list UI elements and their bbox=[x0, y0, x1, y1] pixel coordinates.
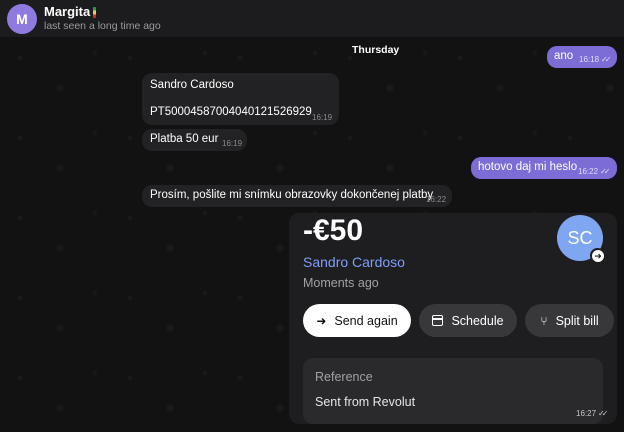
message-text: Platba 50 eur bbox=[150, 133, 219, 145]
message-time: 16:27 ✓✓ bbox=[576, 409, 609, 418]
reference-label: Reference bbox=[315, 370, 373, 384]
send-again-label: Send again bbox=[334, 313, 398, 328]
last-seen-status: last seen a long time ago bbox=[44, 20, 161, 32]
message-bubble-incoming[interactable]: Platba 50 eur 16:19 bbox=[142, 129, 247, 151]
schedule-label: Schedule bbox=[451, 313, 504, 328]
payment-time-label: Moments ago bbox=[303, 276, 379, 290]
avatar[interactable]: M bbox=[7, 4, 37, 34]
arrow-right-icon: ➜ bbox=[316, 313, 327, 328]
send-again-button[interactable]: ➜ Send again bbox=[303, 304, 411, 337]
payment-amount: -€50 bbox=[303, 214, 364, 247]
double-check-icon: ✓✓ bbox=[601, 55, 612, 64]
message-time: 16:18 ✓✓ bbox=[579, 55, 612, 64]
message-time: 16:22 ✓✓ bbox=[578, 167, 611, 176]
flag-icon bbox=[93, 7, 96, 18]
split-bill-label: Split bill bbox=[555, 313, 599, 328]
arrow-right-icon: ➜ bbox=[592, 250, 604, 262]
double-check-icon: ✓✓ bbox=[600, 167, 611, 176]
message-time: 16:19 bbox=[222, 139, 243, 148]
reference-value: Sent from Revolut bbox=[315, 395, 416, 409]
reference-section: Reference Sent from Revolut bbox=[303, 358, 603, 424]
message-text: Prosím, pošlite mi snímku obrazovky doko… bbox=[150, 189, 434, 201]
contact-name[interactable]: Margita bbox=[44, 4, 90, 19]
day-separator: Thursday bbox=[352, 44, 400, 56]
split-bill-button[interactable]: ⑂ Split bill bbox=[525, 304, 614, 337]
message-text: Sandro Cardoso bbox=[150, 79, 234, 91]
recipient-name[interactable]: Sandro Cardoso bbox=[303, 254, 405, 270]
message-bubble-outgoing[interactable]: hotovo daj mi heslo 16:22 ✓✓ bbox=[471, 157, 617, 179]
chat-header[interactable]: M Margita last seen a long time ago bbox=[0, 0, 624, 38]
message-text: ano bbox=[554, 50, 574, 62]
schedule-button[interactable]: Schedule bbox=[419, 304, 517, 337]
message-bubble-outgoing[interactable]: ano 16:18 ✓✓ bbox=[547, 46, 617, 68]
payment-screenshot-card[interactable]: -€50 Sandro Cardoso Moments ago SC ➜ ➜ S… bbox=[289, 213, 617, 424]
message-text: hotovo daj mi heslo bbox=[478, 161, 578, 173]
message-bubble-incoming[interactable]: Sandro Cardoso PT50004587004040121526929… bbox=[142, 73, 339, 125]
message-time: 16:22 bbox=[426, 195, 447, 204]
double-check-icon: ✓✓ bbox=[598, 409, 609, 418]
message-text: PT50004587004040121526929 bbox=[150, 106, 312, 118]
message-bubble-incoming[interactable]: Prosím, pošlite mi snímku obrazovky doko… bbox=[142, 185, 452, 207]
split-icon: ⑂ bbox=[540, 313, 548, 328]
message-time: 16:19 bbox=[312, 113, 333, 122]
transfer-badge: ➜ bbox=[590, 248, 605, 263]
calendar-icon bbox=[432, 315, 444, 326]
